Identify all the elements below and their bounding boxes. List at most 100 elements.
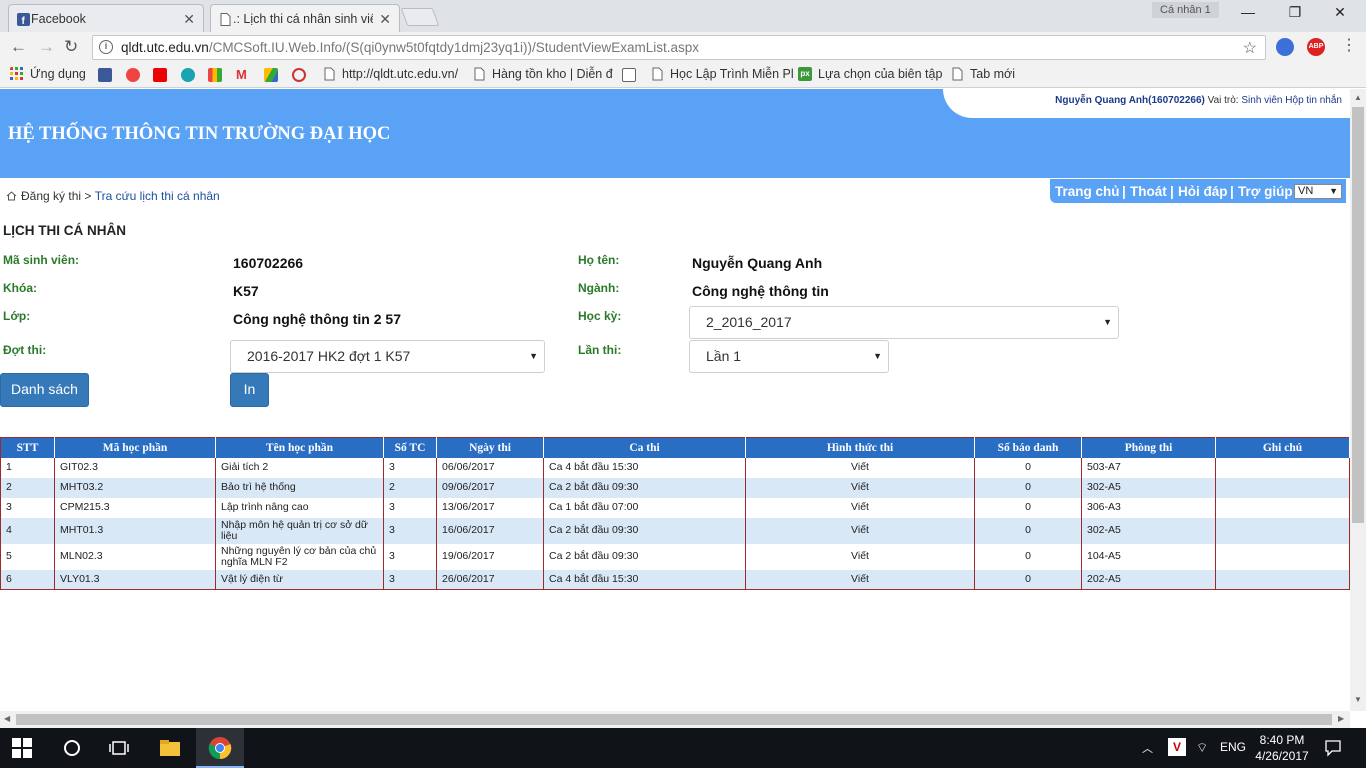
help-link[interactable]: Trợ giúp [1238,184,1293,199]
table-cell: 4 [0,517,55,544]
wifi-icon[interactable]: ⌔ [1196,740,1208,756]
top-menu: Trang chủ | Thoát | Hỏi đáp | Trợ giúp V… [1050,179,1346,203]
table-cell: Ca 4 bắt đầu 15:30 [543,457,746,478]
user-name: Nguyễn Quang Anh(160702266) [1055,95,1205,106]
new-tab-button[interactable] [400,8,440,26]
home-link[interactable]: Trang chủ [1055,184,1120,199]
table-cell: Nhập môn hệ quản trị cơ sở dữ liệu [215,517,384,544]
search-circle-icon[interactable] [60,736,84,760]
minimize-icon[interactable]: — [1228,4,1268,20]
term-value: 2_2016_2017 [706,314,792,330]
home-icon [6,191,17,201]
language-indicator[interactable]: ENG [1220,740,1246,754]
forward-icon[interactable]: → [38,37,55,57]
print-button[interactable]: In [230,373,269,407]
menu-separator: | [1170,184,1174,199]
reload-icon[interactable]: ↻ [64,37,78,57]
table-cell: 13/06/2017 [436,497,544,518]
task-view-icon[interactable] [107,736,131,760]
page-icon [652,67,663,81]
bookmark-new-tab[interactable]: Tab mới [950,67,1015,81]
faq-link[interactable]: Hỏi đáp [1178,184,1228,199]
file-explorer-icon[interactable] [158,736,182,760]
table-row: 2 MHT03.2 Bảo trì hệ thống 2 09/06/2017 Ca 2 … [0,477,1350,498]
bookmark-apps[interactable]: Ứng dụng [10,67,86,81]
table-cell: Viết [745,569,975,590]
table-cell: 0 [974,477,1082,498]
full-name-value: Nguyễn Quang Anh [692,255,823,271]
attempt-select[interactable]: Lần 1 ▼ [689,340,889,373]
major-value: Công nghệ thông tin [692,283,829,299]
bookmark-star-icon[interactable]: ☆ [1243,38,1257,58]
language-select[interactable]: VN ▼ [1294,184,1342,199]
table-cell: 09/06/2017 [436,477,544,498]
scroll-down-icon[interactable]: ▼ [1354,695,1362,704]
table-cell: 302-A5 [1081,477,1216,498]
close-tab-icon[interactable]: ✕ [379,11,391,28]
chrome-bookmark-icon[interactable] [126,68,140,82]
link-bookmark-icon[interactable] [292,68,306,82]
cloud-icon[interactable] [181,68,195,82]
class-label: Lớp: [3,309,31,323]
chrome-taskbar-button[interactable] [196,728,244,768]
dropdown-arrow-icon: ▼ [1103,317,1112,327]
scroll-up-icon[interactable]: ▲ [1354,93,1362,102]
antivirus-icon[interactable]: V [1168,738,1186,756]
column-header: Phòng thi [1081,437,1216,458]
inbox-link[interactable]: Hộp tin nhắn [1285,95,1342,106]
restore-icon[interactable]: ❐ [1275,4,1315,21]
bookmark-programming[interactable]: Học Lập Trình Miễn Pl [650,67,794,81]
notifications-icon[interactable] [1324,739,1342,757]
scroll-right-icon[interactable]: ▶ [1338,714,1344,723]
tab-facebook[interactable]: f Facebook ✕ [8,4,204,32]
table-cell: Viết [745,517,975,544]
youtube-icon[interactable] [153,68,167,82]
column-header: Số TC [383,437,437,458]
adblock-icon[interactable]: ABP [1307,38,1325,56]
table-cell: Viết [745,477,975,498]
drive-icon[interactable] [264,68,278,82]
course-value: K57 [233,283,259,299]
bookmark-label: Hàng tồn kho | Diễn đ [492,67,613,81]
browser-tab-strip: f Facebook ✕ .: Lịch thi cá nhân sinh vi… [0,0,1366,32]
term-select[interactable]: 2_2016_2017 ▼ [689,306,1119,339]
tab-exam-schedule[interactable]: .: Lịch thi cá nhân sinh viê ✕ [210,4,400,32]
profile-button[interactable]: Cá nhân 1 [1152,2,1219,18]
breadcrumb-parent[interactable]: Đăng ký thi [21,189,81,203]
list-button[interactable]: Danh sách [0,373,89,407]
tray-chevron-icon[interactable]: ︿ [1142,740,1153,756]
full-name-label: Họ tên: [578,253,620,267]
menu-dots-icon[interactable]: ⋮ [1340,38,1358,56]
gmail-icon[interactable]: M [236,68,250,82]
table-cell: 302-A5 [1081,517,1216,544]
role-value[interactable]: Sinh viên [1241,95,1282,106]
page-content: HỆ THỐNG THÔNG TIN TRƯỜNG ĐẠI HỌC Nguyễn… [0,89,1350,711]
breadcrumb-current[interactable]: Tra cứu lịch thi cá nhân [95,189,220,203]
horizontal-scrollbar[interactable]: ◀ ▶ [0,711,1350,728]
scroll-left-icon[interactable]: ◀ [4,714,10,723]
chat-extension-icon[interactable] [1276,38,1294,56]
page-icon[interactable] [622,68,636,82]
close-window-icon[interactable]: ✕ [1320,4,1360,21]
bookmark-inventory[interactable]: Hàng tồn kho | Diễn đ [472,67,613,81]
facebook-bookmark-icon[interactable] [98,68,112,82]
exam-round-select[interactable]: 2016-2017 HK2 đợt 1 K57 ▼ [230,340,545,373]
bookmark-editors-choice[interactable]: px Lựa chọn của biên tập [798,67,942,81]
logout-link[interactable]: Thoát [1130,184,1167,199]
info-icon[interactable]: i [99,40,113,54]
table-cell: 0 [974,457,1082,478]
chart-bookmark-icon[interactable] [208,68,222,82]
vertical-scrollbar[interactable]: ▲ ▼ [1350,89,1366,711]
bookmark-qldt[interactable]: http://qldt.utc.edu.vn/ [322,67,458,81]
table-cell: Ca 2 bắt đầu 09:30 [543,543,746,570]
table-cell [1215,569,1350,590]
clock[interactable]: 8:40 PM 4/26/2017 [1246,732,1318,764]
windows-start-icon[interactable] [12,738,32,758]
bookmark-label: Tab mới [970,67,1016,81]
close-tab-icon[interactable]: ✕ [183,11,195,28]
scroll-thumb[interactable] [16,714,1332,725]
back-icon[interactable]: ← [10,37,27,57]
address-bar[interactable]: i qldt.utc.edu.vn/CMCSoft.IU.Web.Info/(S… [92,35,1266,60]
table-cell: Những nguyên lý cơ bản của chủ nghĩa MLN… [215,543,384,570]
scroll-thumb[interactable] [1352,107,1364,523]
